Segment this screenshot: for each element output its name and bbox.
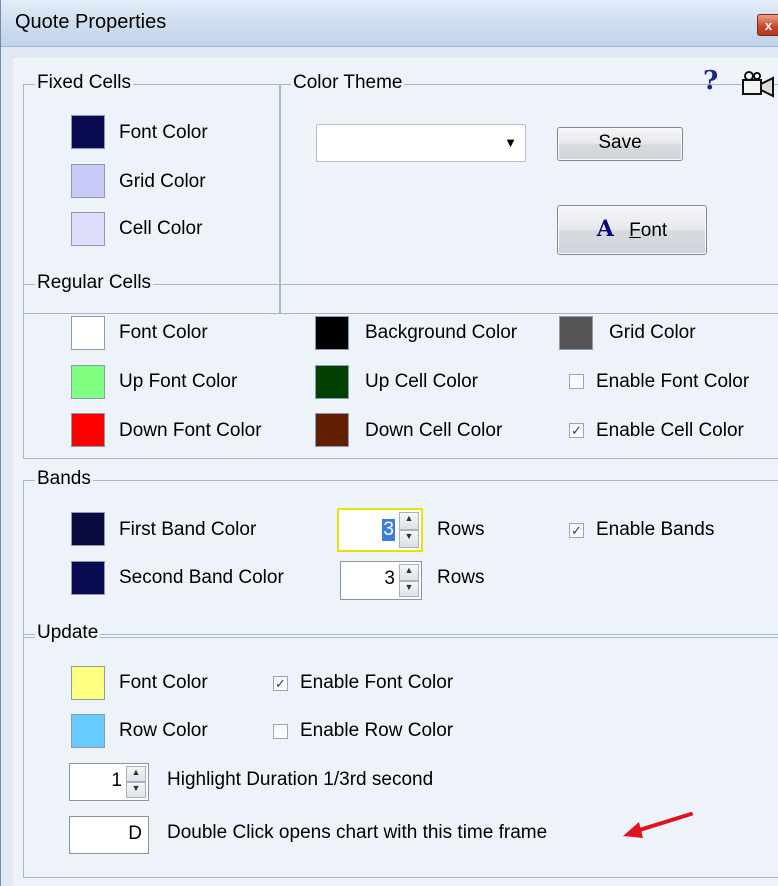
down-cell-color-swatch[interactable] <box>315 413 349 447</box>
first-band-rows-arrows[interactable]: ▲ ▼ <box>399 512 419 548</box>
update-row-color-swatch[interactable] <box>71 714 105 748</box>
color-theme-dropdown[interactable]: ▼ <box>316 124 526 162</box>
first-band-rows-spinner[interactable]: 3 ▲ ▼ <box>337 508 423 552</box>
second-band-rows-label: Rows <box>437 567 485 588</box>
up-font-color-swatch[interactable] <box>71 365 105 399</box>
highlight-duration-value[interactable]: 1 <box>111 770 122 792</box>
spin-down-icon[interactable]: ▼ <box>399 530 419 548</box>
spin-down-icon[interactable]: ▼ <box>399 580 419 597</box>
fixed-grid-color-label: Grid Color <box>119 171 206 192</box>
regular-cells-legend: Regular Cells <box>35 272 154 294</box>
quote-properties-window: Quote Properties x Fixed Cells Font Colo… <box>0 0 778 886</box>
first-band-rows-value[interactable]: 3 <box>382 519 395 541</box>
fixed-cell-color-swatch[interactable] <box>71 212 105 246</box>
background-color-label: Background Color <box>365 322 518 343</box>
highlight-duration-spinner[interactable]: 1 ▲ ▼ <box>69 763 149 801</box>
second-band-rows-arrows[interactable]: ▲ ▼ <box>399 564 419 597</box>
fixed-font-color-swatch[interactable] <box>71 115 105 149</box>
bands-legend: Bands <box>35 468 93 490</box>
camera-icon[interactable] <box>741 70 777 100</box>
grid-color-swatch[interactable] <box>559 316 593 350</box>
font-button-label-rest: ont <box>640 220 668 241</box>
fixed-grid-color-swatch[interactable] <box>71 164 105 198</box>
spin-up-icon[interactable]: ▲ <box>126 766 146 782</box>
up-font-color-label: Up Font Color <box>119 371 238 392</box>
enable-bands-checkbox[interactable]: ✓ <box>569 523 584 538</box>
font-button[interactable]: A Font <box>557 205 707 255</box>
double-click-timeframe-input[interactable]: D <box>69 816 149 854</box>
font-button-label: F <box>629 220 641 241</box>
spin-down-icon[interactable]: ▼ <box>126 782 146 798</box>
regular-font-color-label: Font Color <box>119 322 208 343</box>
down-font-color-swatch[interactable] <box>71 413 105 447</box>
update-enable-font-color-label: Enable Font Color <box>300 672 454 693</box>
first-band-color-swatch[interactable] <box>71 512 105 546</box>
font-glyph-icon: A <box>596 216 614 242</box>
enable-font-color-label: Enable Font Color <box>596 371 750 392</box>
save-button-label: Save <box>598 132 642 153</box>
enable-font-color-checkbox[interactable] <box>569 374 584 389</box>
highlight-duration-arrows[interactable]: ▲ ▼ <box>126 766 146 798</box>
enable-cell-color-label: Enable Cell Color <box>596 420 744 441</box>
double-click-timeframe-value[interactable]: D <box>128 823 142 845</box>
down-font-color-label: Down Font Color <box>119 420 262 441</box>
double-click-label: Double Click opens chart with this time … <box>167 822 548 843</box>
second-band-rows-spinner[interactable]: 3 ▲ ▼ <box>340 561 422 600</box>
color-theme-legend: Color Theme <box>291 72 405 94</box>
fixed-cells-legend: Fixed Cells <box>35 72 133 94</box>
up-cell-color-swatch[interactable] <box>315 365 349 399</box>
enable-cell-color-checkbox[interactable]: ✓ <box>569 423 584 438</box>
enable-row-color-checkbox[interactable] <box>273 724 288 739</box>
update-row-color-label: Row Color <box>119 720 208 741</box>
enable-bands-label: Enable Bands <box>596 519 715 540</box>
update-font-color-label: Font Color <box>119 672 208 693</box>
update-enable-font-color-checkbox[interactable]: ✓ <box>273 676 288 691</box>
save-button[interactable]: Save <box>557 127 683 161</box>
bands-group <box>23 480 778 638</box>
dialog-body: Fixed Cells Font Color Grid Color Cell C… <box>13 58 778 886</box>
background-color-swatch[interactable] <box>315 316 349 350</box>
second-band-rows-value[interactable]: 3 <box>384 568 395 590</box>
regular-font-color-swatch[interactable] <box>71 316 105 350</box>
down-cell-color-label: Down Cell Color <box>365 420 503 441</box>
grid-color-label: Grid Color <box>609 322 696 343</box>
update-legend: Update <box>35 622 101 644</box>
second-band-color-swatch[interactable] <box>71 561 105 595</box>
enable-row-color-label: Enable Row Color <box>300 720 454 741</box>
up-cell-color-label: Up Cell Color <box>365 371 478 392</box>
title-bar[interactable]: Quote Properties x <box>1 0 778 47</box>
window-title: Quote Properties <box>15 11 167 33</box>
fixed-cell-color-label: Cell Color <box>119 218 203 239</box>
dropdown-arrow-icon: ▼ <box>504 135 517 150</box>
spin-up-icon[interactable]: ▲ <box>399 564 419 581</box>
spin-up-icon[interactable]: ▲ <box>399 512 419 530</box>
fixed-font-color-label: Font Color <box>119 122 208 143</box>
update-font-color-swatch[interactable] <box>71 666 105 700</box>
help-icon[interactable]: ? <box>703 66 718 96</box>
first-band-rows-label: Rows <box>437 519 485 540</box>
highlight-duration-label: Highlight Duration 1/3rd second <box>167 769 434 790</box>
first-band-color-label: First Band Color <box>119 519 257 540</box>
close-button[interactable]: x <box>757 14 778 36</box>
color-theme-group <box>279 84 778 314</box>
second-band-color-label: Second Band Color <box>119 567 284 588</box>
red-arrow-annotation-icon <box>623 812 693 838</box>
